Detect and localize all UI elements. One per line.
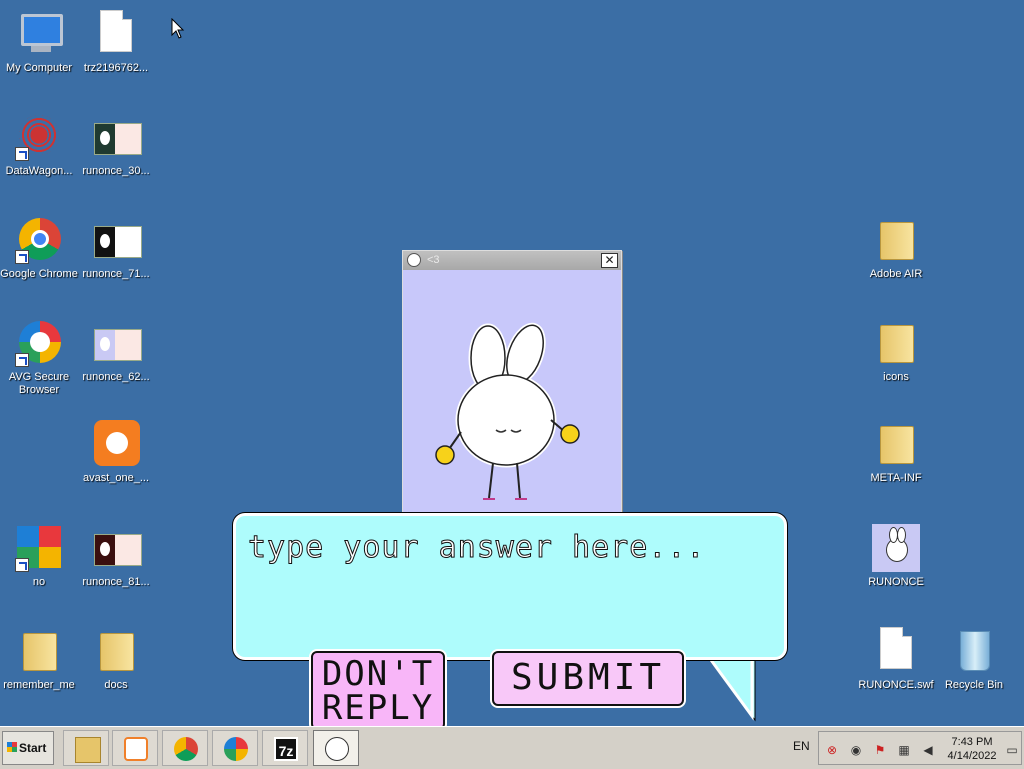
taskbar-avg-browser[interactable] [212,730,258,766]
desktop-icon-recycle-bin[interactable]: Recycle Bin [935,627,1013,692]
recycle-bin-icon [950,627,998,675]
chrome-icon [174,737,198,761]
bunny-popup-window: <3 ✕ [402,250,622,520]
answer-speech-bubble [233,513,787,660]
taskbar: Start 7z EN ⊗ ◉ ⚑ ▦ ◀ 7:43 PM 4/14/2022 … [0,726,1024,769]
desktop-icon-my-computer[interactable]: My Computer [0,10,78,75]
desktop-icon-adobe-air[interactable]: Adobe AIR [857,216,935,281]
desktop-icon-google-chrome[interactable]: Google Chrome [0,216,78,281]
folder-icon [872,420,920,468]
desktop-icon-avast-one[interactable]: avast_one_... [77,420,155,485]
dont-reply-button[interactable]: DON'T REPLY [311,651,445,730]
image-thumbnail-icon [92,216,142,264]
image-thumbnail-icon [92,319,142,367]
avast-icon [92,420,140,468]
network-tray-icon[interactable]: ▦ [897,743,911,757]
desktop-icon-trz-file[interactable]: trz2196762... [77,10,155,75]
submit-button[interactable]: SUBMIT [492,651,684,706]
seven-zip-icon: 7z [274,737,298,761]
answer-input[interactable] [246,526,770,568]
file-icon [92,10,140,58]
bunny-icon [872,524,920,572]
chrome-icon [15,216,63,264]
folder-icon [92,627,140,675]
flag-tray-icon[interactable]: ⚑ [873,743,887,757]
desktop-icon-datawagon[interactable]: DataWagon... [0,113,78,178]
system-tray: ⊗ ◉ ⚑ ▦ ◀ 7:43 PM 4/14/2022 ▭ [818,731,1022,765]
datawagon-icon [15,113,63,161]
taskbar-google-chrome[interactable] [162,730,208,766]
mouse-cursor-icon [171,18,185,39]
folder-icon [872,216,920,264]
window-title-bar[interactable]: <3 ✕ [403,251,621,270]
window-title: <3 [427,254,440,266]
desktop-icon-runonce-71[interactable]: runonce_71... [77,216,155,281]
folder-icon [75,737,101,763]
taskbar-media-player[interactable] [112,730,158,766]
desktop-icon-runonce[interactable]: RUNONCE [857,524,935,589]
close-button[interactable]: ✕ [601,253,618,268]
folder-icon [15,627,63,675]
taskbar-runonce[interactable] [313,730,359,766]
folder-icon [872,319,920,367]
chrome-tray-icon[interactable]: ◉ [849,743,863,757]
desktop-icon-avg-secure-browser[interactable]: AVG Secure Browser [0,319,78,397]
desktop-icon-runonce-62[interactable]: runonce_62... [77,319,155,384]
desktop-icon-runonce-30[interactable]: runonce_30... [77,113,155,178]
image-thumbnail-icon [92,524,142,572]
file-icon [872,627,920,675]
desktop-icon-remember-me[interactable]: remember_me [0,627,78,692]
bunny-icon [407,253,421,267]
desktop-icon-no[interactable]: no [0,524,78,589]
clock-time: 7:43 PM [951,736,993,748]
desktop-icon-docs[interactable]: docs [77,627,155,692]
avg-tile-icon [15,524,63,572]
media-player-icon [124,737,148,761]
avg-browser-icon [224,737,248,761]
bunny-icon [325,737,349,761]
avg-browser-icon [15,319,63,367]
desktop-icon-runonce-81[interactable]: runonce_81... [77,524,155,589]
avast-tray-icon[interactable]: ⊗ [825,743,839,757]
image-thumbnail-icon [92,113,142,161]
taskbar-7zip[interactable]: 7z [262,730,308,766]
desktop-icon-icons[interactable]: icons [857,319,935,384]
show-desktop-icon[interactable]: ▭ [1005,743,1019,757]
desktop-icon-runonce-swf[interactable]: RUNONCE.swf [857,627,935,692]
clock-date: 4/14/2022 [947,750,997,762]
taskbar-file-explorer[interactable] [63,730,109,766]
system-clock[interactable]: 7:43 PM 4/14/2022 [947,735,997,763]
start-button[interactable]: Start [2,731,54,765]
language-indicator[interactable]: EN [793,739,810,753]
volume-tray-icon[interactable]: ◀ [921,743,935,757]
computer-icon [15,10,63,58]
desktop-icon-meta-inf[interactable]: META-INF [857,420,935,485]
bunny-character [435,322,580,500]
